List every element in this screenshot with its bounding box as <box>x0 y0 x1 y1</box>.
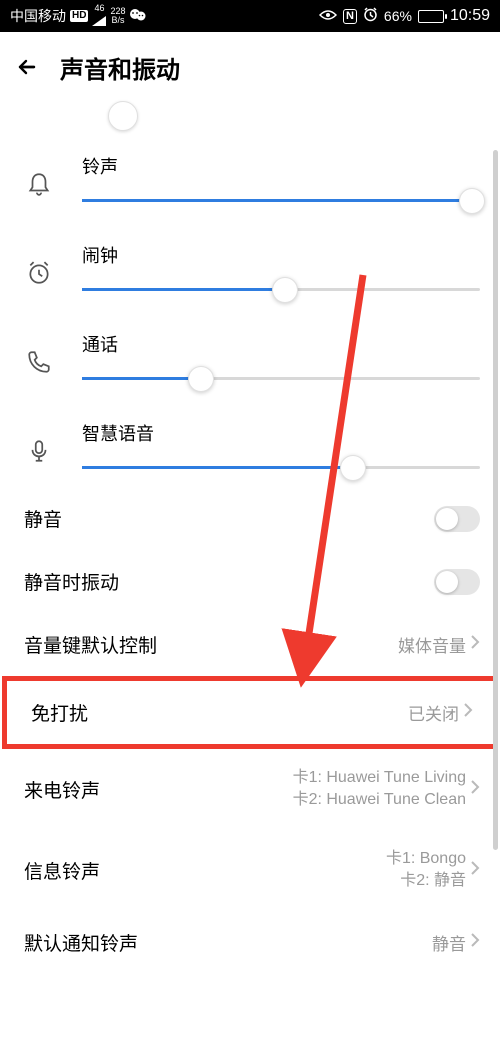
mute-label: 静音 <box>24 505 62 532</box>
status-bar: 中国移动 HD 46 228 B/s N 66% 10:59 <box>0 0 500 32</box>
signal-icon <box>92 13 106 29</box>
ring-tone-label: 来电铃声 <box>24 776 100 803</box>
row-dnd[interactable]: 免打扰 已关闭 <box>7 681 493 744</box>
default-notify-value: 静音 <box>432 930 466 955</box>
default-notify-label: 默认通知铃声 <box>24 929 138 956</box>
header: 声音和振动 <box>0 32 500 103</box>
battery-icon <box>418 10 444 23</box>
slider-row-voice: 智慧语音 <box>0 398 500 487</box>
hd-badge: HD <box>70 10 88 22</box>
alarm-status-icon <box>363 7 378 25</box>
slider-thumb-ringtone[interactable] <box>459 188 485 214</box>
mute-toggle[interactable] <box>434 506 480 532</box>
volume-key-value: 媒体音量 <box>398 632 466 657</box>
bell-icon <box>24 171 54 197</box>
slider-voice[interactable] <box>82 466 480 469</box>
chevron-right-icon <box>470 860 480 881</box>
chevron-right-icon <box>470 779 480 800</box>
row-volume-key[interactable]: 音量键默认控制 媒体音量 <box>0 613 500 676</box>
alarm-icon <box>24 260 54 286</box>
mic-icon <box>24 438 54 464</box>
slider-thumb-media[interactable] <box>108 101 138 131</box>
slider-label-alarm: 闹钟 <box>82 242 480 268</box>
speed-unit: B/s <box>111 16 124 25</box>
row-ring-tone[interactable]: 来电铃声 卡1: Huawei Tune Living 卡2: Huawei T… <box>0 749 500 830</box>
vibrate-mute-toggle[interactable] <box>434 569 480 595</box>
slider-row-alarm: 闹钟 <box>0 220 500 309</box>
row-default-notify[interactable]: 默认通知铃声 静音 <box>0 911 500 974</box>
slider-ringtone[interactable] <box>82 199 480 202</box>
row-vibrate-mute[interactable]: 静音时振动 <box>0 550 500 613</box>
vibrate-mute-label: 静音时振动 <box>24 568 119 595</box>
row-msg-tone[interactable]: 信息铃声 卡1: Bongo 卡2: 静音 <box>0 830 500 911</box>
annotation-highlight-box: 免打扰 已关闭 <box>2 676 498 749</box>
slider-thumb-call[interactable] <box>188 366 214 392</box>
network-badge: 46 <box>94 4 104 13</box>
dnd-label: 免打扰 <box>31 699 88 726</box>
battery-percent: 66% <box>384 8 412 24</box>
ring-tone-line1: 卡1: Huawei Tune Living <box>293 767 466 789</box>
slider-thumb-voice[interactable] <box>340 455 366 481</box>
slider-row-ringtone: 铃声 <box>0 131 500 220</box>
slider-alarm[interactable] <box>82 288 480 291</box>
slider-thumb-alarm[interactable] <box>272 277 298 303</box>
wechat-icon <box>129 8 147 25</box>
slider-label-voice: 智慧语音 <box>82 420 480 446</box>
phone-icon <box>24 349 54 375</box>
slider-call[interactable] <box>82 377 480 380</box>
msg-tone-line1: 卡1: Bongo <box>386 848 466 870</box>
msg-tone-label: 信息铃声 <box>24 857 100 884</box>
ring-tone-line2: 卡2: Huawei Tune Clean <box>293 789 466 811</box>
volume-key-label: 音量键默认控制 <box>24 631 157 658</box>
row-mute[interactable]: 静音 <box>0 487 500 550</box>
slider-label-call: 通话 <box>82 331 480 357</box>
carrier-label: 中国移动 <box>10 6 66 26</box>
slider-row-call: 通话 <box>0 309 500 398</box>
eye-icon <box>319 8 337 24</box>
clock-time: 10:59 <box>450 7 490 25</box>
chevron-right-icon <box>470 932 480 953</box>
chevron-right-icon <box>470 634 480 655</box>
slider-label-ringtone: 铃声 <box>82 153 480 179</box>
page-title: 声音和振动 <box>60 50 180 85</box>
nfc-icon: N <box>343 9 357 24</box>
scrollbar[interactable] <box>493 150 498 850</box>
chevron-right-icon <box>463 702 473 723</box>
dnd-value: 已关闭 <box>408 700 459 725</box>
msg-tone-line2: 卡2: 静音 <box>386 870 466 892</box>
back-button[interactable] <box>12 54 40 82</box>
